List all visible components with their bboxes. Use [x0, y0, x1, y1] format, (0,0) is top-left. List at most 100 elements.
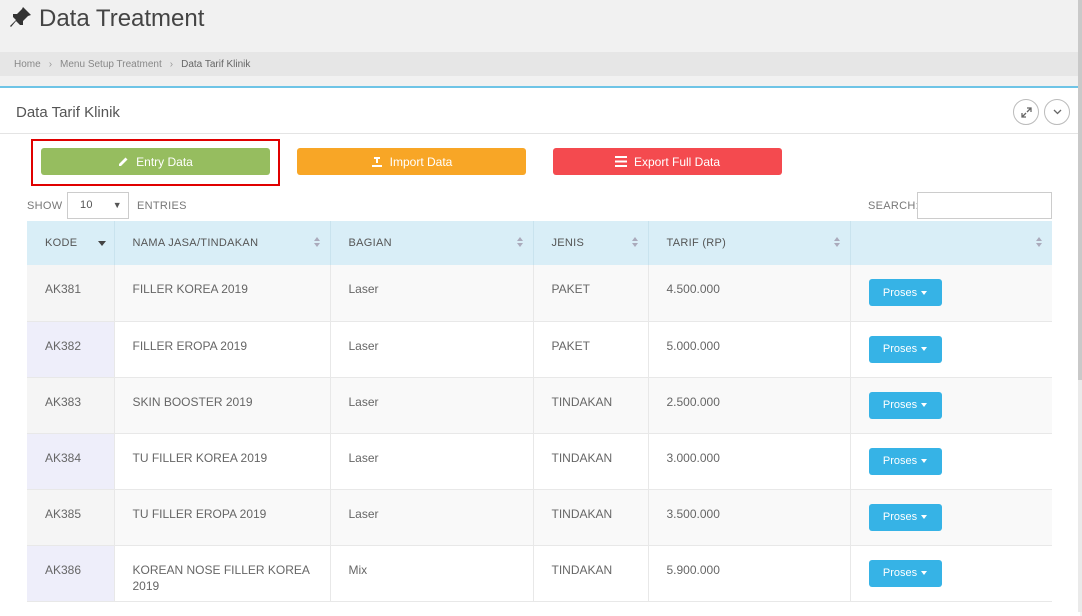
cell-action: Proses [850, 265, 1052, 322]
cell-nama: FILLER EROPA 2019 [114, 321, 331, 378]
column-label: BAGIAN [348, 237, 392, 249]
cell-jenis: PAKET [533, 265, 649, 322]
expand-button[interactable] [1013, 99, 1039, 125]
cell-kode: AK383 [27, 377, 115, 434]
table-header-row: KODE NAMA JASA/TINDAKAN BAGIAN JENIS TAR… [27, 221, 1052, 265]
breadcrumb-home[interactable]: Home [14, 59, 41, 70]
cell-nama: SKIN BOOSTER 2019 [114, 377, 331, 434]
proses-label: Proses [882, 455, 918, 467]
chevron-right-icon: › [48, 58, 53, 70]
cell-tarif: 2.500.000 [648, 377, 851, 434]
cell-jenis: TINDAKAN [533, 433, 649, 490]
proses-button[interactable]: Proses [868, 503, 942, 531]
cell-bagian: Laser [330, 433, 534, 490]
cell-bagian: Laser [330, 489, 534, 546]
cell-jenis: TINDAKAN [533, 377, 649, 434]
column-header-tarif[interactable]: TARIF (RP) [648, 221, 851, 265]
proses-button[interactable]: Proses [868, 279, 942, 306]
cell-bagian: Laser [330, 321, 534, 378]
cell-jenis: PAKET [533, 321, 649, 378]
chevron-down-icon [1053, 109, 1061, 115]
scrollbar-thumb[interactable] [1078, 0, 1082, 380]
entry-data-label: Entry Data [136, 154, 193, 169]
sort-icon [833, 237, 842, 249]
proses-button[interactable]: Proses [868, 335, 942, 363]
upload-icon [371, 156, 382, 167]
chevron-right-icon: › [169, 58, 174, 70]
proses-label: Proses [882, 286, 918, 299]
cell-tarif: 4.500.000 [648, 265, 851, 322]
proses-button[interactable]: Proses [868, 447, 942, 475]
table-row: AK385 TU FILLER EROPA 2019 Laser TINDAKA… [27, 489, 1052, 546]
list-icon [614, 156, 627, 167]
caret-down-icon [921, 347, 928, 351]
cell-action: Proses [850, 489, 1052, 546]
cell-kode: AK386 [27, 545, 115, 602]
proses-label: Proses [882, 567, 918, 579]
caret-down-icon [921, 459, 928, 463]
search-input[interactable] [917, 192, 1052, 219]
column-label: KODE [45, 237, 78, 249]
import-data-button[interactable]: Import Data [297, 148, 526, 175]
column-label: NAMA JASA/TINDAKAN [132, 237, 259, 249]
proses-label: Proses [882, 399, 918, 411]
import-data-label: Import Data [389, 154, 453, 169]
cell-action: Proses [850, 433, 1052, 490]
cell-bagian: Laser [330, 377, 534, 434]
cell-kode: AK382 [27, 321, 115, 378]
breadcrumb-menu-setup[interactable]: Menu Setup Treatment [60, 59, 162, 70]
column-label: TARIF (RP) [666, 237, 727, 249]
cell-kode: AK381 [27, 265, 115, 322]
caret-down-icon [921, 515, 928, 519]
pencil-icon [119, 157, 128, 166]
page-header: Data Treatment [0, 0, 1082, 50]
proses-label: Proses [882, 343, 918, 355]
breadcrumb: Home › Menu Setup Treatment › Data Tarif… [0, 52, 1082, 76]
page-size-select[interactable]: 10 ▼ [67, 192, 129, 219]
caret-down-icon [921, 403, 928, 407]
panel-title: Data Tarif Klinik [16, 104, 120, 121]
cell-nama: TU FILLER KOREA 2019 [114, 433, 331, 490]
panel-header: Data Tarif Klinik [0, 88, 1080, 134]
collapse-button[interactable] [1044, 99, 1070, 125]
caret-down-icon [921, 571, 928, 575]
column-header-bagian[interactable]: BAGIAN [330, 221, 534, 265]
cell-kode: AK384 [27, 433, 115, 490]
data-table: KODE NAMA JASA/TINDAKAN BAGIAN JENIS TAR… [27, 221, 1052, 602]
sort-icon [631, 237, 640, 249]
show-label: SHOW [27, 200, 63, 212]
pushpin-icon [10, 7, 31, 27]
cell-nama: TU FILLER EROPA 2019 [114, 489, 331, 546]
entries-label: ENTRIES [137, 200, 187, 212]
column-header-nama[interactable]: NAMA JASA/TINDAKAN [114, 221, 331, 265]
expand-icon [1020, 106, 1032, 118]
sort-icon [313, 237, 322, 249]
cell-jenis: TINDAKAN [533, 545, 649, 602]
entry-data-button[interactable]: Entry Data [41, 148, 270, 175]
page-title: Data Treatment [39, 5, 205, 32]
export-full-data-button[interactable]: Export Full Data [553, 148, 782, 175]
proses-label: Proses [882, 511, 918, 523]
cell-tarif: 5.000.000 [648, 321, 851, 378]
cell-jenis: TINDAKAN [533, 489, 649, 546]
proses-button[interactable]: Proses [868, 559, 942, 587]
column-header-kode[interactable]: KODE [27, 221, 115, 265]
cell-action: Proses [850, 545, 1052, 602]
caret-down-icon: ▼ [112, 200, 122, 210]
breadcrumb-current: Data Tarif Klinik [181, 58, 251, 70]
scrollbar[interactable] [1078, 0, 1082, 612]
sort-desc-icon [97, 241, 106, 246]
column-label: JENIS [551, 237, 585, 249]
cell-tarif: 3.000.000 [648, 433, 851, 490]
table-row: AK383 SKIN BOOSTER 2019 Laser TINDAKAN 2… [27, 377, 1052, 434]
cell-action: Proses [850, 377, 1052, 434]
cell-tarif: 3.500.000 [648, 489, 851, 546]
proses-button[interactable]: Proses [868, 391, 942, 419]
cell-nama: KOREAN NOSE FILLER KOREA 2019 [114, 545, 331, 602]
column-header-action[interactable] [850, 221, 1052, 265]
sort-icon [1036, 237, 1044, 249]
column-header-jenis[interactable]: JENIS [533, 221, 649, 265]
cell-tarif: 5.900.000 [648, 545, 851, 602]
cell-nama: FILLER KOREA 2019 [114, 265, 331, 322]
export-full-data-label: Export Full Data [633, 154, 721, 169]
